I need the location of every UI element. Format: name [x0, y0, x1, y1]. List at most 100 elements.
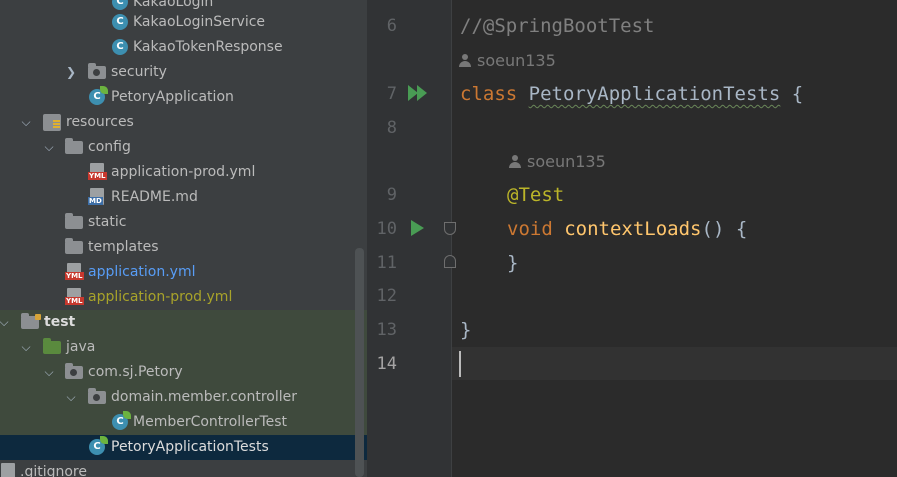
code-line-6[interactable]: //@SpringBootTest [460, 13, 654, 39]
tree-item-label: application.yml [88, 264, 196, 280]
class-open-brace: { [780, 83, 804, 105]
chevron-right-icon[interactable]: ❯ [64, 60, 78, 85]
author-name: soeun135 [527, 152, 606, 171]
tree-item-membercontrollertest[interactable]: C MemberControllerTest [0, 410, 367, 435]
person-icon [459, 54, 471, 67]
tree-item-java[interactable]: ⌵ java [0, 335, 367, 360]
run-all-tests-icon[interactable] [408, 85, 430, 101]
tree-item-application-yml[interactable]: YML application.yml [0, 260, 367, 285]
chevron-down-icon[interactable]: ⌵ [19, 335, 33, 360]
chevron-down-icon[interactable]: ⌵ [19, 110, 33, 135]
method-name: contextLoads [564, 218, 702, 240]
tree-item-label: PetoryApplicationTests [111, 439, 269, 455]
person-icon [509, 155, 521, 168]
code-author-hint[interactable]: soeun135 [459, 50, 556, 72]
chevron-down-icon[interactable]: ⌵ [42, 360, 56, 385]
method-close-brace: } [507, 252, 519, 274]
run-test-icon[interactable] [411, 220, 424, 236]
tree-item-label: domain.member.controller [111, 389, 297, 405]
chevron-down-icon[interactable]: ⌵ [0, 310, 11, 335]
yaml-file-icon: YML [65, 263, 84, 280]
chevron-down-icon[interactable]: ⌵ [64, 385, 78, 410]
code-line-13[interactable]: } [460, 317, 471, 343]
tree-item-petoryapplication[interactable]: C PetoryApplication [0, 85, 367, 110]
line-number: 6 [386, 16, 397, 36]
tree-item-readme[interactable]: MD README.md [0, 185, 367, 210]
tree-item-kakaologinservice[interactable]: C KakaoLoginService [0, 10, 367, 35]
folder-icon [65, 213, 83, 229]
tree-item-label: com.sj.Petory [88, 364, 183, 380]
tree-item-static[interactable]: static [0, 210, 367, 235]
package-folder-icon [65, 363, 83, 379]
code-line-11[interactable]: } [507, 250, 518, 276]
text-caret [459, 351, 461, 377]
class-close-brace: } [460, 319, 472, 341]
chevron-down-icon[interactable]: ⌵ [42, 135, 56, 160]
test-class-icon: C [112, 411, 131, 430]
class-name: PetoryApplicationTests [528, 83, 781, 105]
resources-folder-icon [43, 114, 61, 131]
tree-item-label: test [44, 314, 76, 330]
tree-item-application-prod-yml[interactable]: YML application-prod.yml [0, 285, 367, 310]
markdown-file-icon: MD [88, 188, 104, 205]
tree-item-domain-member-controller[interactable]: ⌵ domain.member.controller [0, 385, 367, 410]
tree-item-resources[interactable]: ⌵ resources [0, 110, 367, 135]
annotation-test: @Test [507, 184, 565, 206]
line-number: 12 [376, 286, 397, 306]
fold-start-icon[interactable] [444, 222, 456, 235]
yaml-file-icon: YML [65, 288, 84, 305]
line-number: 10 [376, 219, 397, 239]
tree-item-label: PetoryApplication [111, 89, 234, 105]
tree-item-label: config [88, 139, 131, 155]
project-tree: C KakaoLogin C KakaoLoginService C Kakao… [0, 0, 367, 477]
tree-item-label: .gitignore [20, 464, 87, 477]
method-signature: () { [701, 218, 748, 240]
line-number: 14 [376, 354, 397, 374]
tree-item-label: README.md [111, 189, 198, 205]
author-name: soeun135 [477, 51, 556, 70]
folder-icon [21, 313, 41, 329]
keyword-void: void [507, 218, 553, 240]
code-editor[interactable]: 6 7 8 9 10 11 12 13 14 //@SpringBootTest… [367, 0, 897, 477]
fold-end-icon[interactable] [444, 255, 456, 268]
tree-item-gitignore[interactable]: .gitignore [0, 460, 367, 477]
tree-item-label: static [88, 214, 127, 230]
tree-scrollbar[interactable] [355, 248, 364, 477]
line-number: 13 [376, 320, 397, 340]
package-folder-icon [88, 388, 106, 404]
tree-item-config[interactable]: ⌵ config [0, 135, 367, 160]
tree-item-label: java [66, 339, 96, 355]
yaml-file-icon: YML [88, 163, 107, 180]
code-line-9[interactable]: @Test [507, 182, 564, 208]
gutter-divider [451, 0, 452, 477]
tree-item-label: KakaoLoginService [133, 14, 266, 30]
line-number: 7 [386, 84, 397, 104]
tree-item-application-prod-yml-config[interactable]: YML application-prod.yml [0, 160, 367, 185]
code-line-7[interactable]: class PetoryApplicationTests { [460, 81, 803, 107]
code-author-hint[interactable]: soeun135 [509, 151, 606, 173]
tree-item-label: resources [66, 114, 134, 130]
code-comment: //@SpringBootTest [460, 15, 655, 37]
tree-item-label: MemberControllerTest [133, 414, 288, 430]
keyword-class: class [460, 83, 518, 105]
package-folder-icon [88, 63, 106, 79]
class-icon: C [112, 39, 128, 55]
tree-item-label: application-prod.yml [111, 164, 256, 180]
code-line-10[interactable]: void contextLoads() { [507, 216, 747, 242]
folder-icon [65, 238, 83, 254]
tree-item-label: security [111, 64, 167, 80]
tree-item-com-sj-petory[interactable]: ⌵ com.sj.Petory [0, 360, 367, 385]
line-number: 11 [376, 253, 397, 273]
tree-item-test[interactable]: ⌵ test [0, 310, 367, 335]
line-number: 9 [386, 185, 397, 205]
tree-item-security[interactable]: ❯ security [0, 60, 367, 85]
test-sources-folder-icon [43, 338, 61, 354]
tree-item-kakaotokenresponse[interactable]: C KakaoTokenResponse [0, 35, 367, 60]
test-class-icon: C [89, 436, 108, 455]
current-line-highlight [452, 347, 897, 380]
tree-item-templates[interactable]: templates [0, 235, 367, 260]
tree-item-petoryapplicationtests[interactable]: C PetoryApplicationTests [0, 435, 367, 460]
file-icon [1, 463, 15, 477]
spring-boot-class-icon: C [89, 86, 108, 105]
class-icon: C [112, 0, 128, 10]
